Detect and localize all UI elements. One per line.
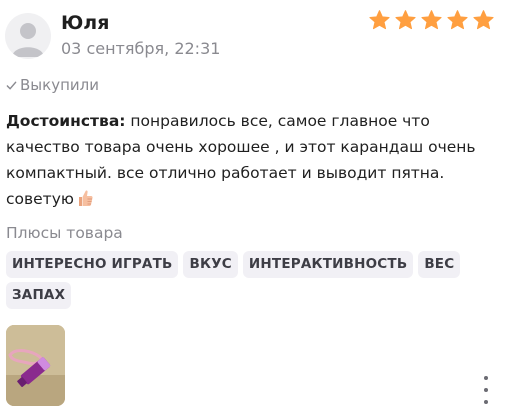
more-vertical-icon-dot [484, 376, 488, 380]
purchased-status: Выкупили [6, 76, 99, 94]
tag[interactable]: ЗАПАХ [6, 282, 72, 309]
avatar[interactable] [5, 13, 51, 59]
rating-stars [368, 9, 495, 32]
star-icon [472, 9, 495, 32]
review-photo-thumbnail[interactable] [6, 325, 65, 406]
review-text: Достоинства: понравилось все, самое глав… [6, 108, 496, 212]
tag[interactable]: ИНТЕРЕСНО ИГРАТЬ [6, 251, 179, 278]
user-silhouette-icon [12, 23, 44, 57]
star-icon [446, 9, 469, 32]
check-icon [6, 81, 17, 89]
more-options-button[interactable] [476, 376, 496, 404]
star-icon [420, 9, 443, 32]
pros-tags: ИНТЕРЕСНО ИГРАТЬ ВКУС ИНТЕРАКТИВНОСТЬ ВЕ… [6, 251, 476, 309]
more-vertical-icon-dot [484, 400, 488, 404]
more-vertical-icon-dot [484, 388, 488, 392]
author-name: Юля [61, 12, 110, 34]
star-icon [394, 9, 417, 32]
tag[interactable]: ИНТЕРАКТИВНОСТЬ [242, 251, 414, 278]
thumbs-up-icon [78, 190, 93, 206]
purchased-label: Выкупили [20, 76, 99, 94]
product-photo [6, 325, 65, 406]
advantages-label: Достоинства: [6, 112, 126, 130]
tag[interactable]: ВКУС [183, 251, 238, 278]
review-date: 03 сентября, 22:31 [61, 39, 221, 58]
tag[interactable]: ВЕС [418, 251, 461, 278]
pros-title: Плюсы товара [6, 224, 123, 242]
star-icon [368, 9, 391, 32]
